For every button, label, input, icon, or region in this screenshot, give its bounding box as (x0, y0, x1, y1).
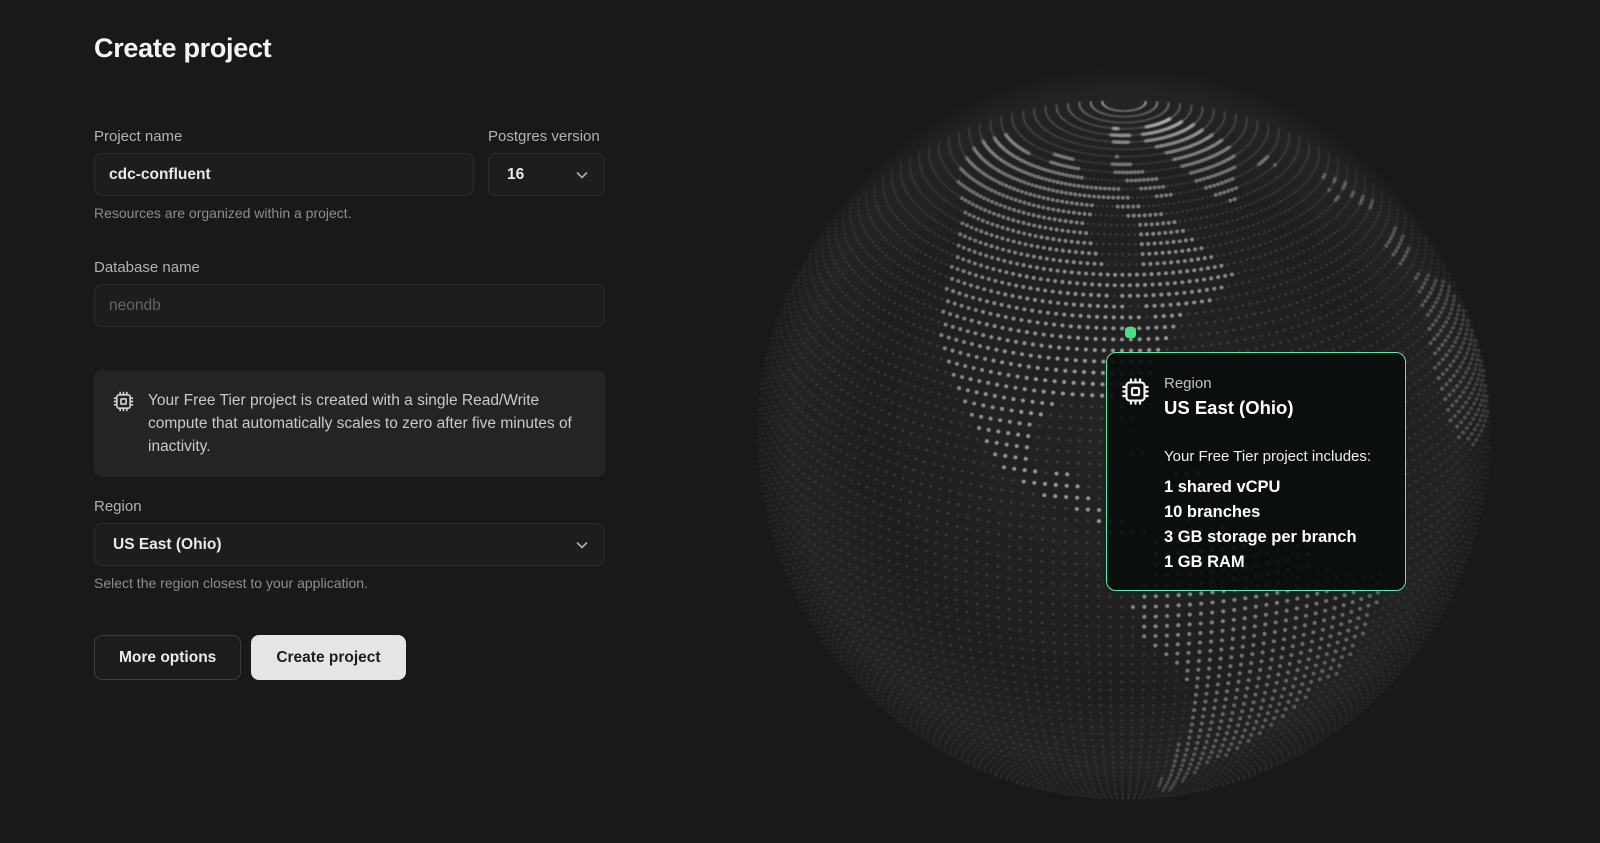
chevron-down-icon (574, 537, 590, 553)
page-title: Create project (94, 32, 605, 65)
includes-item: 3 GB storage per branch (1164, 525, 1387, 550)
includes-title: Your Free Tier project includes: (1164, 448, 1387, 466)
includes-item: 10 branches (1164, 500, 1387, 525)
includes-list: 1 shared vCPU 10 branches 3 GB storage p… (1164, 475, 1387, 575)
region-label: Region (94, 498, 605, 515)
postgres-version-value: 16 (507, 166, 524, 184)
create-project-panel: Create project Project name Postgres ver… (94, 32, 605, 680)
database-name-input[interactable] (94, 284, 605, 327)
free-tier-includes: Your Free Tier project includes: 1 share… (1164, 448, 1387, 575)
region-tooltip-card: Region US East (Ohio) Your Free Tier pro… (1106, 352, 1406, 591)
create-project-button[interactable]: Create project (251, 635, 405, 680)
region-marker (1125, 327, 1136, 338)
database-name-label: Database name (94, 259, 605, 276)
region-card-header: Region US East (Ohio) (1120, 374, 1387, 420)
region-helper: Select the region closest to your applic… (94, 575, 605, 591)
cpu-icon (1120, 376, 1151, 407)
region-card-label: Region (1164, 374, 1294, 393)
postgres-version-label: Postgres version (488, 128, 605, 145)
includes-item: 1 GB RAM (1164, 550, 1387, 575)
project-name-input[interactable] (94, 153, 474, 196)
project-name-helper: Resources are organized within a project… (94, 205, 605, 221)
region-select[interactable]: US East (Ohio) (94, 523, 605, 566)
includes-item: 1 shared vCPU (1164, 475, 1387, 500)
region-value: US East (Ohio) (113, 536, 222, 554)
postgres-version-select[interactable]: 16 (488, 153, 605, 196)
cpu-icon (112, 390, 135, 413)
project-name-label: Project name (94, 128, 474, 145)
more-options-button[interactable]: More options (94, 635, 241, 680)
free-tier-notice-text: Your Free Tier project is created with a… (148, 389, 587, 458)
region-card-value: US East (Ohio) (1164, 396, 1294, 420)
free-tier-notice: Your Free Tier project is created with a… (94, 370, 605, 477)
chevron-down-icon (574, 167, 590, 183)
